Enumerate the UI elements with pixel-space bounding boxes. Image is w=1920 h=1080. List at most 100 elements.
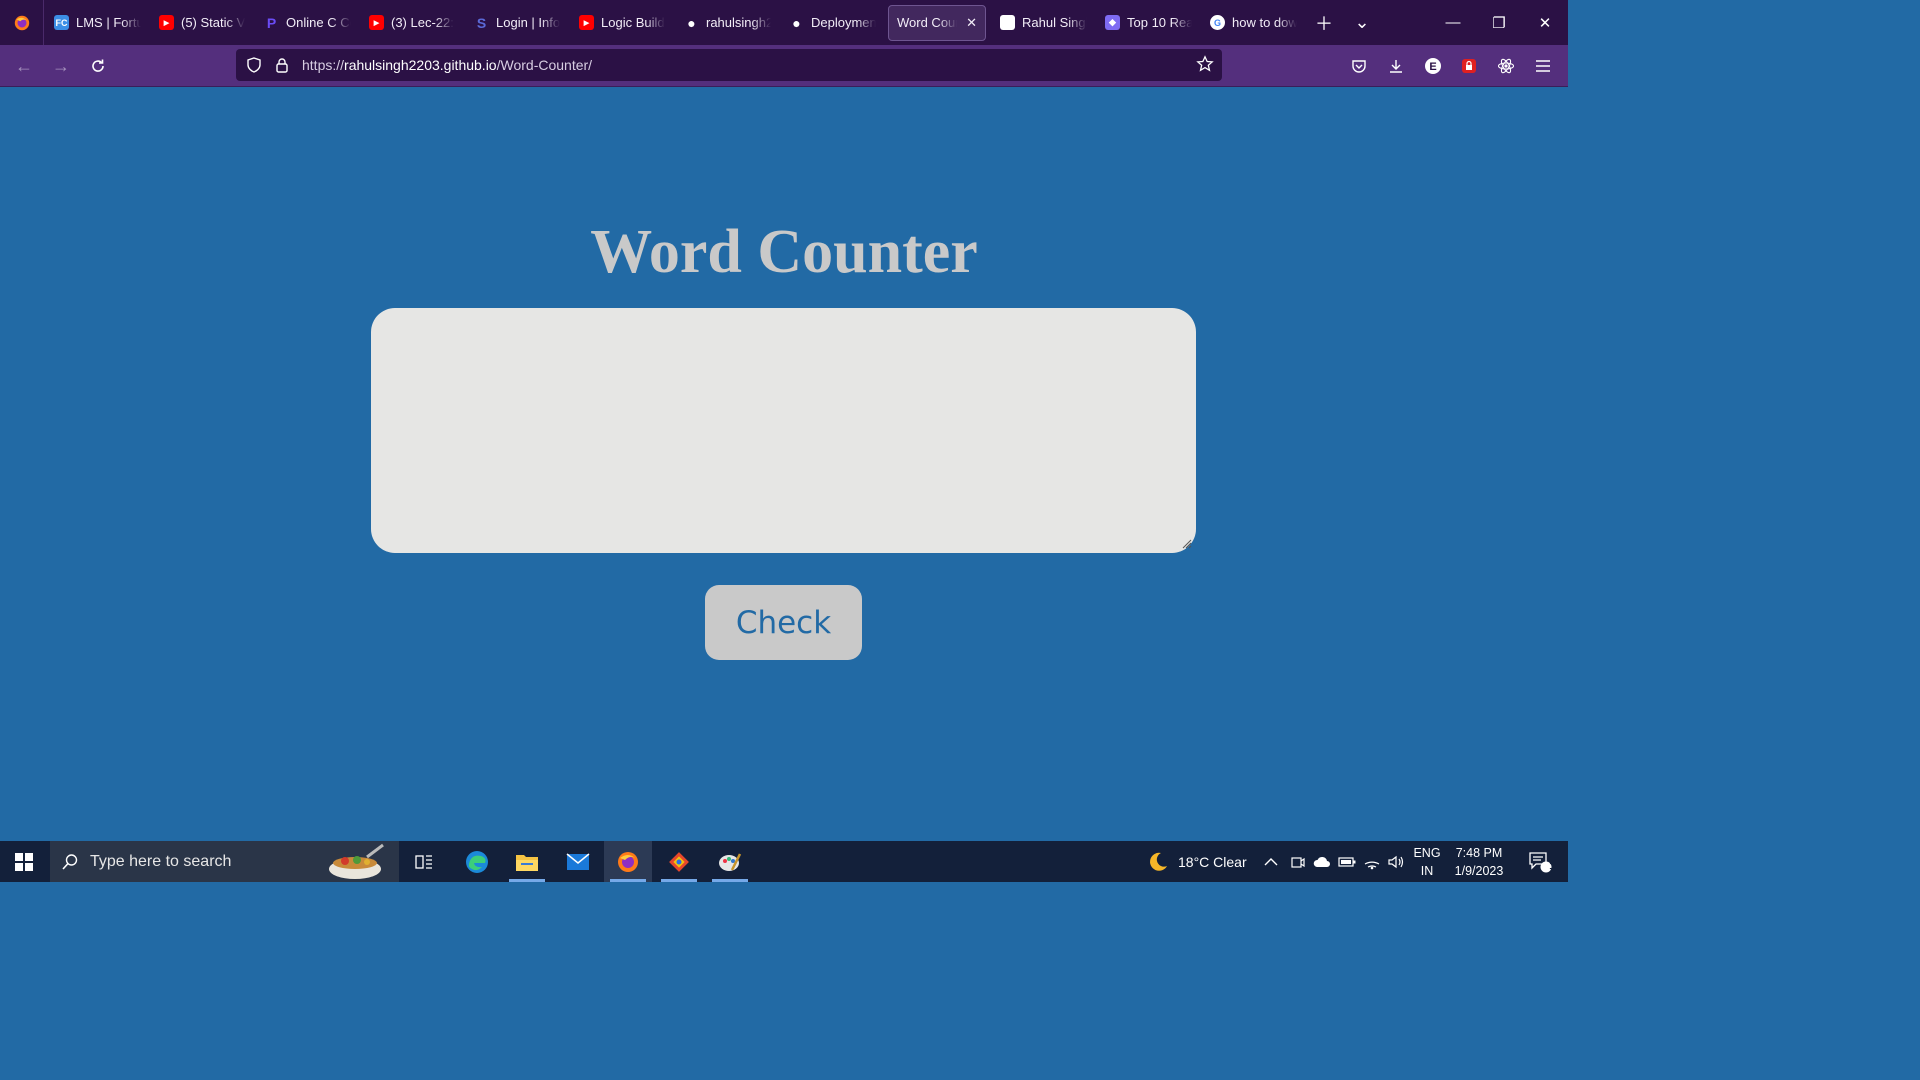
tab-label: Logic Build [601, 15, 665, 30]
tab-6[interactable]: ● rahulsingh2 [676, 5, 779, 41]
edge-icon[interactable] [453, 841, 501, 882]
tab-label: (5) Static V [181, 15, 246, 30]
tab-9[interactable]: Rahul Singh [992, 5, 1095, 41]
window-controls: — ❐ ✕ [1430, 0, 1568, 45]
back-button[interactable]: ← [10, 52, 38, 80]
tab-strip: FC LMS | Fortu ▶ (5) Static V P Online C Co ▶ (… [44, 0, 1305, 45]
fc-icon: FC [54, 15, 69, 30]
tab-bar: FC LMS | Fortu ▶ (5) Static V P Online C Co ▶ (… [0, 0, 1568, 45]
tab-1[interactable]: ▶ (5) Static V [151, 5, 254, 41]
tab-label: Online C Co [286, 15, 351, 30]
tab-2[interactable]: P Online C Co [256, 5, 359, 41]
tab-label: Deploymen [811, 15, 876, 30]
web-page: Word Counter Check [0, 87, 1568, 841]
react-devtools-icon[interactable] [1495, 55, 1517, 77]
tab-label: (3) Lec-22: [391, 15, 454, 30]
notification-count: 1 [1549, 861, 1555, 872]
language-indicator[interactable]: ENG IN [1410, 844, 1444, 880]
new-tab-button[interactable]: ＋ [1305, 0, 1343, 45]
page-icon [1000, 15, 1015, 30]
url-prefix: https:// [302, 57, 345, 73]
lock-icon[interactable] [268, 57, 296, 73]
github-icon: ● [687, 14, 696, 31]
google-icon: G [1210, 15, 1225, 30]
wifi-icon[interactable] [1363, 841, 1381, 882]
tab-8[interactable]: Word Counte ✕ [888, 4, 986, 41]
forward-button[interactable]: → [47, 52, 75, 80]
url-text: https://rahulsingh2203.github.io/Word-Co… [302, 57, 592, 73]
address-bar[interactable]: https://rahulsingh2203.github.io/Word-Co… [236, 49, 1222, 81]
stack-icon: ◆ [1105, 15, 1120, 30]
pocket-icon[interactable] [1348, 55, 1370, 77]
tab-label: Login | Info [496, 15, 561, 30]
minimize-button[interactable]: — [1430, 0, 1476, 45]
page-title: Word Counter [590, 218, 978, 286]
tab-label: how to dow [1232, 15, 1297, 30]
navigation-toolbar: ← → https://rahulsingh2203.github.io/Wor… [0, 45, 1568, 87]
bookmark-star-icon[interactable] [1196, 55, 1214, 76]
onedrive-icon[interactable] [1313, 841, 1331, 882]
tab-label: Rahul Singh [1022, 15, 1087, 30]
tracking-protection-icon[interactable] [240, 57, 268, 73]
region-code: IN [1420, 864, 1434, 878]
check-button[interactable]: Check [705, 585, 862, 660]
tab-label: Word Counte [897, 15, 957, 30]
file-explorer-icon[interactable] [503, 841, 551, 882]
hamburger-menu-icon[interactable] [1532, 55, 1554, 77]
search-highlight-bowl-icon [329, 843, 384, 879]
word-input-textarea[interactable] [371, 308, 1196, 553]
compiler-icon: P [266, 14, 277, 31]
svg-text:E: E [1429, 61, 1436, 73]
meet-now-icon[interactable] [1290, 841, 1306, 882]
resize-grip-icon[interactable] [1180, 537, 1192, 549]
search-icon [50, 853, 90, 871]
chevron-up-icon [1264, 857, 1278, 865]
action-center-button[interactable]: 1 [1518, 841, 1562, 882]
weather-text: 18°C Clear [1178, 853, 1247, 870]
task-view-icon[interactable] [400, 841, 448, 882]
volume-icon[interactable] [1387, 841, 1405, 882]
windows-taskbar: Type here to search 18°C Clear ENG IN 7:… [0, 841, 1568, 882]
clock-time: 7:48 PM [1455, 846, 1503, 860]
password-lock-extension-icon[interactable] [1458, 55, 1480, 77]
tab-10[interactable]: ◆ Top 10 Rea [1097, 5, 1200, 41]
list-all-tabs-button[interactable]: ⌄ [1343, 0, 1381, 45]
reload-button[interactable] [84, 52, 112, 80]
tab-11[interactable]: Ghow to dow [1202, 5, 1305, 41]
tab-3[interactable]: ▶ (3) Lec-22: [361, 5, 464, 41]
tab-4[interactable]: S Login | Info [466, 5, 569, 41]
close-window-button[interactable]: ✕ [1522, 0, 1568, 45]
extension-e-icon[interactable]: E [1422, 55, 1444, 77]
youtube-icon: ▶ [579, 15, 594, 30]
battery-icon[interactable] [1338, 841, 1356, 882]
restore-button[interactable]: ❐ [1476, 0, 1522, 45]
language-code: ENG [1413, 846, 1441, 860]
tab-0[interactable]: FC LMS | Fortu [46, 5, 149, 41]
weather-widget[interactable]: 18°C Clear [1146, 841, 1247, 882]
youtube-icon: ▶ [369, 15, 384, 30]
tab-5[interactable]: ▶ Logic Build [571, 5, 674, 41]
tab-7[interactable]: ● Deploymen [781, 5, 884, 41]
url-path: /Word-Counter/ [496, 57, 593, 73]
downloads-icon[interactable] [1385, 55, 1407, 77]
tab-label: rahulsingh2 [706, 15, 771, 30]
clock[interactable]: 7:48 PM 1/9/2023 [1448, 844, 1510, 880]
close-tab-icon[interactable]: ✕ [966, 15, 977, 31]
mail-icon[interactable] [554, 841, 602, 882]
git-tool-icon[interactable] [655, 841, 703, 882]
taskbar-search-box[interactable]: Type here to search [50, 841, 399, 882]
paint-app-icon[interactable] [706, 841, 754, 882]
clock-date: 1/9/2023 [1454, 864, 1504, 878]
firefox-taskbar-icon[interactable] [604, 841, 652, 882]
search-placeholder: Type here to search [90, 852, 232, 870]
url-host: rahulsingh2203.github.io [344, 57, 497, 73]
firefox-menu-icon[interactable] [0, 0, 44, 45]
github-icon: ● [792, 14, 801, 31]
start-button[interactable] [0, 841, 48, 882]
tab-label: LMS | Fortu [76, 15, 141, 30]
windows-logo-icon [15, 852, 33, 871]
reload-icon [92, 59, 104, 72]
youtube-icon: ▶ [159, 15, 174, 30]
infosys-icon: S [476, 14, 487, 31]
show-hidden-icons-button[interactable] [1264, 841, 1278, 882]
